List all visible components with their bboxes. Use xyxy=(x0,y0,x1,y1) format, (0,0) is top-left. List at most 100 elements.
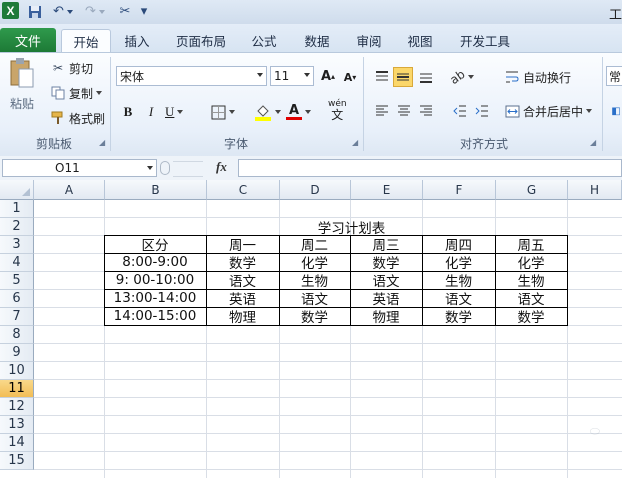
underline-button[interactable]: U xyxy=(165,102,184,122)
row-header-7[interactable]: 7 xyxy=(0,308,34,326)
table-cell[interactable]: 13:00-14:00 xyxy=(104,289,207,308)
number-format-value: 常 xyxy=(609,69,622,84)
align-top-icon[interactable] xyxy=(372,67,392,87)
tab-view[interactable]: 视图 xyxy=(398,29,442,51)
ribbon-tabs: 文件 开始 插入 页面布局 公式 数据 审阅 视图 开发工具 xyxy=(0,24,622,52)
row-header-4[interactable]: 4 xyxy=(0,254,34,272)
tab-review[interactable]: 审阅 xyxy=(347,29,391,51)
table-cell[interactable]: 9: 00-10:00 xyxy=(104,271,207,290)
align-center-icon[interactable] xyxy=(394,101,414,121)
table-cell[interactable]: 数学 xyxy=(495,307,568,326)
tab-formulas[interactable]: 公式 xyxy=(242,29,286,51)
currency-format-icon[interactable]: ◧ xyxy=(606,101,622,121)
table-cell[interactable]: 8:00-9:00 xyxy=(104,253,207,272)
row-header-13[interactable]: 13 xyxy=(0,416,34,434)
font-launcher-icon[interactable]: ◢ xyxy=(352,138,358,147)
tab-data[interactable]: 数据 xyxy=(295,29,339,51)
copy-icon xyxy=(50,86,66,100)
paste-button[interactable]: 粘贴 xyxy=(6,57,38,127)
tab-home[interactable]: 开始 xyxy=(61,29,111,52)
row-header-11[interactable]: 11 xyxy=(0,380,34,398)
font-name-value: 宋体 xyxy=(120,69,145,84)
save-icon[interactable] xyxy=(26,3,44,20)
clipboard-launcher-icon[interactable]: ◢ xyxy=(99,138,105,147)
fill-color-button[interactable] xyxy=(254,102,281,122)
table-cell[interactable]: 物理 xyxy=(350,307,423,326)
align-middle-icon[interactable] xyxy=(393,67,413,87)
align-bottom-icon[interactable] xyxy=(416,67,436,87)
row-header-15[interactable]: 15 xyxy=(0,452,34,470)
table-cell[interactable]: 物理 xyxy=(206,307,280,326)
phonetic-guide-button[interactable]: wén 文 xyxy=(328,99,347,123)
tab-developer[interactable]: 开发工具 xyxy=(452,29,518,51)
formula-bar: O11 fx xyxy=(0,156,622,181)
tab-insert[interactable]: 插入 xyxy=(115,29,159,51)
font-name-select[interactable]: 宋体 xyxy=(116,66,267,86)
font-group-label: 字体 xyxy=(223,137,248,151)
align-left-icon[interactable] xyxy=(372,101,392,121)
table-cell[interactable]: 14:00-15:00 xyxy=(104,307,207,326)
shrink-font-icon[interactable]: A ▾ xyxy=(340,67,360,87)
name-box[interactable]: O11 xyxy=(2,159,157,177)
alignment-launcher-icon[interactable]: ◢ xyxy=(590,138,596,147)
font-color-button[interactable]: A xyxy=(286,102,311,122)
align-right-icon[interactable] xyxy=(416,101,436,121)
gridline-horizontal xyxy=(34,415,622,416)
number-format-select[interactable]: 常 xyxy=(606,66,622,86)
grow-font-icon[interactable]: A ▴ xyxy=(318,66,338,86)
scissors-icon: ✂ xyxy=(52,61,64,75)
row-header-5[interactable]: 5 xyxy=(0,272,34,290)
row-header-2[interactable]: 2 xyxy=(0,218,34,236)
orientation-button[interactable]: ab xyxy=(447,67,474,87)
row-header-9[interactable]: 9 xyxy=(0,344,34,362)
format-painter-button[interactable]: 格式刷 xyxy=(50,109,105,127)
row-header-12[interactable]: 12 xyxy=(0,398,34,416)
table-header-cell[interactable]: 区分 xyxy=(104,235,207,254)
row-header-6[interactable]: 6 xyxy=(0,290,34,308)
column-header-c[interactable]: C xyxy=(207,180,280,200)
merge-center-button[interactable]: 合并后居中 xyxy=(504,101,593,121)
cut-label: 剪切 xyxy=(69,61,94,76)
copy-button[interactable]: 复制 xyxy=(50,84,103,102)
formula-bar-handle-icon[interactable] xyxy=(160,161,170,175)
formula-input[interactable] xyxy=(238,159,622,177)
name-box-dropdown-icon[interactable] xyxy=(147,166,153,170)
italic-button[interactable]: I xyxy=(141,102,161,122)
cut-button[interactable]: ✂ 剪切 xyxy=(50,59,93,77)
ribbon: 粘贴 ✂ 剪切 复制 格式刷 剪贴板 ◢ 宋体 11 A▴ A▾ B I U xyxy=(0,52,622,158)
customize-qat-icon[interactable]: ▾ xyxy=(138,3,150,20)
undo-icon[interactable]: ↶ xyxy=(50,3,76,20)
font-size-value: 11 xyxy=(274,69,290,83)
tab-file[interactable]: 文件 xyxy=(0,28,56,52)
group-divider xyxy=(602,57,603,151)
column-header-f[interactable]: F xyxy=(423,180,496,200)
borders-button[interactable] xyxy=(211,102,235,122)
row-header-1[interactable]: 1 xyxy=(0,200,34,218)
column-header-e[interactable]: E xyxy=(351,180,423,200)
bold-button[interactable]: B xyxy=(118,102,138,122)
select-all-corner[interactable] xyxy=(0,180,34,200)
name-box-value: O11 xyxy=(55,161,80,175)
row-header-3[interactable]: 3 xyxy=(0,236,34,254)
table-cell[interactable]: 数学 xyxy=(279,307,351,326)
row-header-14[interactable]: 14 xyxy=(0,434,34,452)
font-size-select[interactable]: 11 xyxy=(270,66,314,86)
tools-icon[interactable]: ✂ xyxy=(114,3,136,20)
column-header-b[interactable]: B xyxy=(105,180,207,200)
wrap-text-button[interactable]: 自动换行 xyxy=(504,67,571,87)
window-title: 工 xyxy=(608,8,622,23)
column-header-a[interactable]: A xyxy=(34,180,105,200)
column-header-h[interactable]: H xyxy=(568,180,622,200)
column-header-d[interactable]: D xyxy=(280,180,351,200)
table-cell[interactable]: 数学 xyxy=(422,307,496,326)
row-header-10[interactable]: 10 xyxy=(0,362,34,380)
increase-indent-icon[interactable] xyxy=(472,101,492,121)
tab-page-layout[interactable]: 页面布局 xyxy=(168,29,234,51)
decrease-indent-icon[interactable] xyxy=(450,101,470,121)
column-header-g[interactable]: G xyxy=(496,180,568,200)
insert-function-icon[interactable]: fx xyxy=(216,159,227,175)
row-header-8[interactable]: 8 xyxy=(0,326,34,344)
redo-icon[interactable]: ↷ xyxy=(82,3,108,20)
formula-bar-separator xyxy=(173,161,203,177)
gridline-horizontal xyxy=(34,379,622,380)
